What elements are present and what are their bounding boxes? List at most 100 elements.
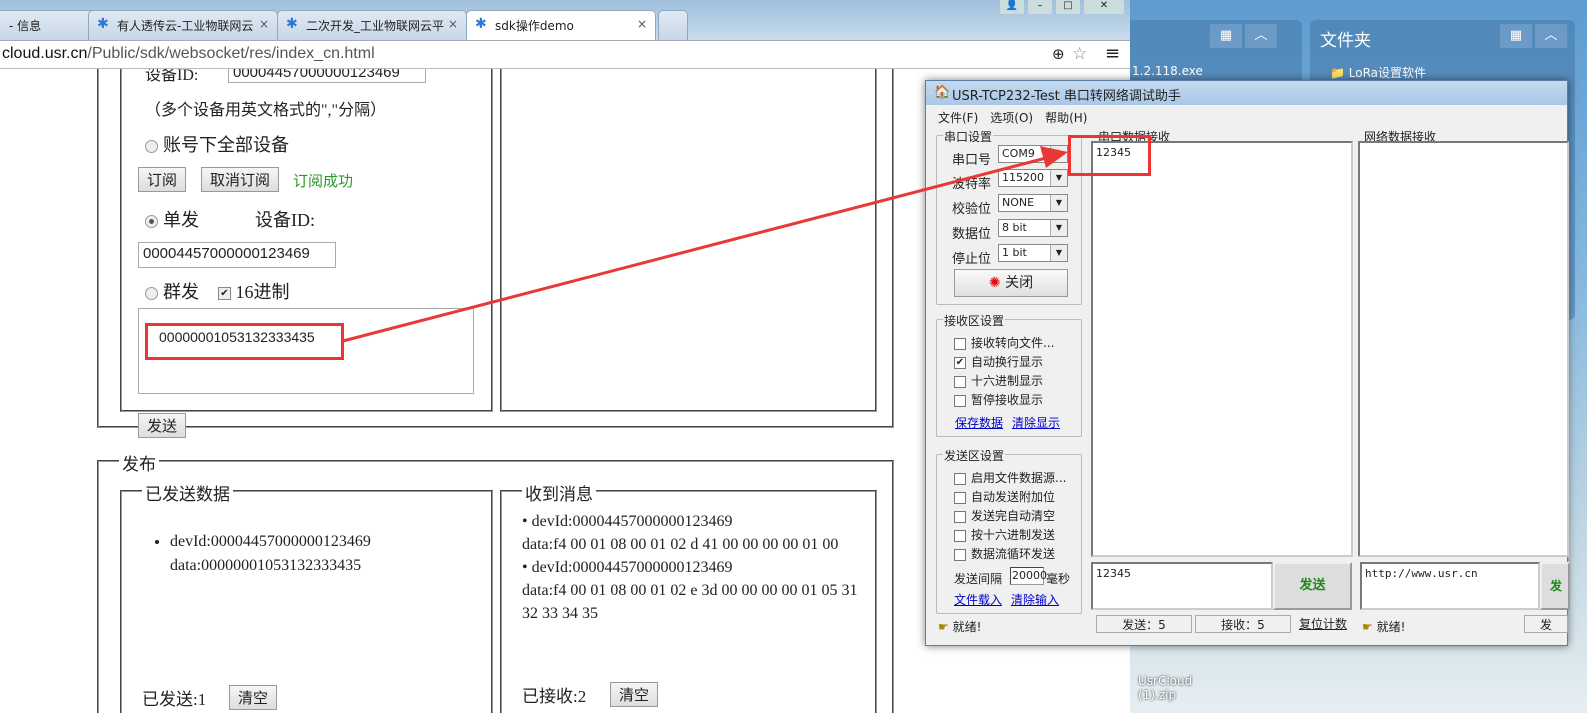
grid-icon[interactable]: ▦ (1500, 24, 1532, 48)
publish-legend: 发布 (119, 450, 159, 475)
received-list: • devId:00004457000000123469 data:f4 00 0… (522, 510, 862, 625)
checkbox-auto-clear[interactable]: 发送完自动清空 (954, 507, 1055, 524)
checkbox-recv-to-file[interactable]: 接收转向文件... (954, 334, 1054, 351)
serial-send-input[interactable]: 12345 (1091, 562, 1273, 610)
minimize-icon[interactable]: – (1028, 0, 1052, 14)
window-title-bar: 🏠 USR-TCP232-Test 串口转网络调试助手 (926, 81, 1567, 105)
checkbox-append-bits[interactable]: 自动发送附加位 (954, 488, 1055, 505)
grid-icon[interactable]: ▦ (1210, 24, 1242, 48)
tab-active[interactable]: ✱ sdk操作demo × (466, 10, 656, 40)
radio-icon[interactable] (145, 140, 158, 154)
radio-label: 群发 (163, 282, 199, 302)
menu-help[interactable]: 帮助(H) (1045, 111, 1087, 125)
serial-send-button[interactable]: 发送 (1273, 562, 1352, 610)
collapse-icon[interactable]: ︿ (1535, 24, 1567, 48)
send-device-id-input[interactable]: 00004457000000123469 (138, 242, 336, 268)
sent-count: 发送：5 (1096, 615, 1192, 633)
field-label: 数据位 (952, 227, 992, 242)
serial-tool-window: 🏠 USR-TCP232-Test 串口转网络调试助手 文件(F) 选项(O) 帮助(… (925, 80, 1570, 646)
checkbox-hex-send[interactable]: 按十六进制发送 (954, 526, 1055, 543)
field-label: 波特率 (952, 177, 992, 192)
send-button[interactable]: 发送 (138, 413, 187, 438)
user-icon[interactable]: 👤 (1000, 0, 1024, 14)
star-icon[interactable]: ☆ (1072, 44, 1087, 64)
right-panel (500, 69, 877, 412)
clear-received-button[interactable]: 清空 (610, 682, 659, 707)
collapse-icon[interactable]: ︿ (1245, 24, 1277, 48)
address-bar[interactable]: cloud.usr.cn/Public/sdk/websocket/res/in… (0, 40, 1130, 69)
baud-select[interactable]: 115200 (998, 169, 1068, 187)
folder-item[interactable]: 📁 LoRa设置软件 (1330, 64, 1426, 81)
port-select[interactable]: COM9 (998, 145, 1068, 163)
maximize-icon[interactable]: □ (1056, 0, 1080, 14)
checkbox-loop-send[interactable]: 数据流循环发送 (954, 545, 1055, 562)
favicon-icon: ✱ (286, 16, 298, 32)
parity-select[interactable]: NONE (998, 194, 1068, 212)
clear-display-link[interactable]: 清除显示 (1012, 414, 1060, 431)
menu-options[interactable]: 选项(O) (990, 111, 1033, 125)
checkbox-icon[interactable]: ✔ (218, 287, 231, 301)
status-light-icon: ✺ (988, 275, 1001, 291)
desktop-file-icon[interactable]: UsrCloud (1).zip (1138, 674, 1192, 702)
close-icon[interactable]: × (448, 17, 458, 31)
load-file-link[interactable]: 文件载入 (954, 591, 1002, 608)
subscribe-device-id-input[interactable]: 00004457000000123469 (228, 69, 426, 83)
net-send-input[interactable]: http://www.usr.cn (1360, 562, 1540, 610)
hint-text: （多个设备用英文格式的","分隔） (145, 102, 387, 119)
sent-count: 已发送:1 (142, 690, 207, 709)
list-item: • devId:00004457000000123469 data:f4 00 0… (522, 513, 839, 553)
list-item: devId:00004457000000123469data:000000010… (170, 530, 371, 578)
checkbox-file-source[interactable]: 启用文件数据源... (954, 469, 1066, 486)
interval-input[interactable]: 20000 (1010, 567, 1047, 585)
device-id-label: 设备ID: (145, 69, 199, 84)
unsubscribe-button[interactable]: 取消订阅 (201, 167, 280, 192)
net-send-button[interactable]: 发 (1540, 562, 1570, 610)
sent-list: devId:00004457000000123469data:000000010… (170, 530, 371, 578)
reset-count-button[interactable]: 复位计数 (1294, 615, 1352, 633)
hex-checkbox[interactable]: ✔ 16进制 (218, 278, 290, 304)
menu-icon[interactable]: ≡ (1105, 43, 1120, 64)
window-title: USR-TCP232-Test 串口转网络调试助手 (952, 89, 1181, 104)
status-ready-2: ☛ 就绪! (1362, 620, 1406, 634)
net-recv-area[interactable] (1358, 141, 1569, 557)
hand-icon: ☛ (938, 620, 949, 634)
single-send-radio[interactable]: 单发 (145, 206, 199, 232)
close-port-button[interactable]: ✺ 关闭 (954, 269, 1068, 297)
desktop-file[interactable]: 1.2.118.exe (1132, 64, 1203, 78)
send-device-id-label: 设备ID: (255, 210, 315, 230)
clear-sent-button[interactable]: 清空 (229, 685, 278, 710)
radio-icon[interactable] (145, 215, 158, 229)
subscribe-status: 订阅成功 (293, 172, 354, 190)
databits-select[interactable]: 8 bit (998, 219, 1068, 237)
checkbox-pause-display[interactable]: 暂停接收显示 (954, 391, 1043, 408)
checkbox-hex-display[interactable]: 十六进制显示 (954, 372, 1043, 389)
close-icon[interactable]: × (637, 17, 647, 31)
group-legend: 接收区设置 (943, 312, 1006, 329)
checkbox-auto-wrap[interactable]: ✔ 自动换行显示 (954, 353, 1043, 370)
url-text[interactable]: cloud.usr.cn/Public/sdk/websocket/res/in… (2, 45, 375, 63)
tab-bar: - 信息× ✱有人透传云-工业物联网云× ✱二次开发_工业物联网云平× ✱sdk… (0, 0, 1130, 40)
received-legend: 收到消息 (522, 480, 596, 505)
received-panel: 收到消息 • devId:00004457000000123469 data:f4… (500, 480, 877, 713)
group-send-radio[interactable]: 群发 (145, 278, 199, 304)
serial-recv-area[interactable]: 12345 (1091, 141, 1353, 557)
stopbits-select[interactable]: 1 bit (998, 244, 1068, 262)
list-item: • devId:00004457000000123469 data:f4 00 0… (522, 559, 858, 622)
window-controls: 👤 – □ ✕ (1000, 0, 1125, 14)
clear-input-link[interactable]: 清除输入 (1011, 591, 1059, 608)
radio-icon[interactable] (145, 287, 158, 301)
zoom-icon[interactable]: ⊕ (1052, 45, 1065, 63)
subscribe-button[interactable]: 订阅 (138, 167, 187, 192)
all-devices-radio[interactable]: 账号下全部设备 (145, 131, 289, 157)
close-window-icon[interactable]: ✕ (1084, 0, 1124, 14)
menu-file[interactable]: 文件(F) (938, 111, 978, 125)
tab-2[interactable]: ✱ 有人透传云-工业物联网云 × (88, 10, 278, 40)
new-tab-button[interactable] (658, 10, 688, 40)
favicon-icon: ✱ (97, 16, 109, 32)
interval-label: 发送间隔 (954, 572, 1003, 586)
sent-legend: 已发送数据 (142, 480, 233, 505)
close-icon[interactable]: × (259, 17, 269, 31)
sent-data-panel: 已发送数据 devId:00004457000000123469data:000… (120, 480, 493, 713)
save-data-link[interactable]: 保存数据 (955, 414, 1003, 431)
tab-3[interactable]: ✱ 二次开发_工业物联网云平 × (277, 10, 467, 40)
